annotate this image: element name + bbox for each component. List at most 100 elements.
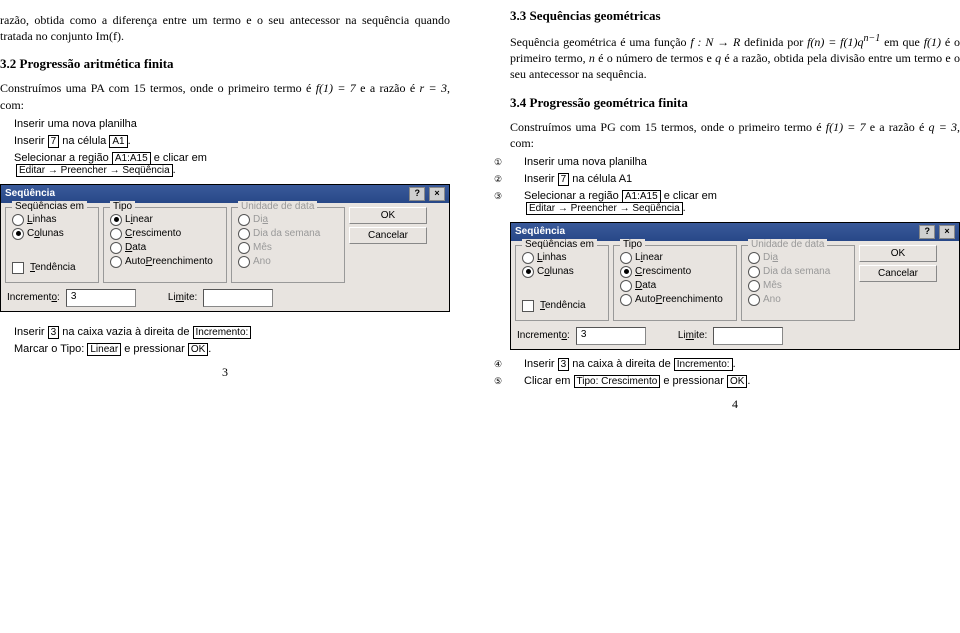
step-4: ④Inserir 3 na caixa à direita de Increme… bbox=[526, 358, 960, 370]
step-text: . bbox=[683, 202, 686, 214]
boxed-range: A1:A15 bbox=[112, 152, 151, 165]
step-5: ⑤Clicar em Tipo: Crescimento e pressiona… bbox=[526, 375, 960, 387]
radio-auto[interactable]: AutoPreenchimento bbox=[110, 256, 220, 268]
radio-dia-semana: Dia da semana bbox=[748, 266, 848, 278]
math: f : N → R bbox=[690, 35, 740, 49]
math: f(n) = f(1)q bbox=[807, 35, 863, 49]
radio-linear[interactable]: Linear bbox=[110, 214, 220, 226]
close-icon[interactable]: × bbox=[939, 225, 955, 239]
boxed-value: 7 bbox=[48, 135, 60, 148]
group-tipo: Tipo Linear Crescimento Data AutoPreench… bbox=[103, 207, 227, 283]
limit-input[interactable] bbox=[203, 289, 273, 307]
boxed-label: Incremento: bbox=[674, 358, 733, 371]
radio-dia: Dia bbox=[238, 214, 338, 226]
group-tipo: Tipo Linear Crescimento Data AutoPreench… bbox=[613, 245, 737, 321]
cancel-button[interactable]: Cancelar bbox=[349, 227, 427, 244]
radio-colunas[interactable]: Colunas bbox=[522, 266, 602, 278]
radio-mes: Mês bbox=[748, 280, 848, 292]
radio-linhas[interactable]: Linhas bbox=[522, 252, 602, 264]
text: em que bbox=[880, 35, 923, 49]
step-text: Inserir bbox=[14, 326, 48, 338]
radio-crescimento[interactable]: Crescimento bbox=[110, 228, 220, 240]
step-marker: ⑤ bbox=[0, 344, 14, 355]
boxed-value: 7 bbox=[558, 173, 570, 186]
ok-button[interactable]: OK bbox=[349, 207, 427, 224]
step-text: . bbox=[733, 358, 736, 370]
label-incremento: Incremento: bbox=[7, 292, 60, 303]
text: Construímos uma PA com 15 termos, onde o… bbox=[0, 81, 316, 95]
math: f(1) = 7 bbox=[316, 81, 356, 95]
text: Sequência geométrica é uma função bbox=[510, 35, 690, 49]
radio-linear[interactable]: Linear bbox=[620, 252, 730, 264]
cancel-button[interactable]: Cancelar bbox=[859, 265, 937, 282]
para-pg-setup: Construímos uma PG com 15 termos, onde o… bbox=[510, 119, 960, 151]
group-label: Seqüências em bbox=[12, 201, 87, 212]
para-ratio-definition: razão, obtida como a diferença entre um … bbox=[0, 12, 450, 44]
boxed-button: OK bbox=[727, 375, 747, 388]
step-text: Inserir bbox=[14, 135, 48, 147]
boxed-button: OK bbox=[188, 343, 208, 356]
sequence-dialog-crescimento: Seqüência ? × Seqüências em Linhas Colun… bbox=[510, 222, 960, 350]
step-text: Marcar o Tipo: bbox=[14, 343, 87, 355]
help-icon[interactable]: ? bbox=[919, 225, 935, 239]
chk-tendencia[interactable]: Tendência bbox=[522, 300, 602, 312]
label-limite: Limite: bbox=[678, 330, 707, 341]
radio-colunas[interactable]: Colunas bbox=[12, 228, 92, 240]
window-buttons: ? × bbox=[408, 187, 445, 201]
page-4: 3.3 Sequências geométricas Sequência geo… bbox=[480, 0, 960, 633]
step-text: na célula A1 bbox=[569, 173, 632, 185]
heading-pg-finita: 3.4 Progressão geométrica finita bbox=[510, 95, 960, 111]
group-unidade: Unidade de data Dia Dia da semana Mês An… bbox=[741, 245, 855, 321]
step-marker: ③ bbox=[0, 153, 14, 164]
step-text: na caixa vazia à direita de bbox=[59, 326, 192, 338]
step-marker: ⑤ bbox=[510, 376, 524, 387]
increment-input[interactable]: 3 bbox=[66, 289, 136, 307]
step-text: na célula bbox=[59, 135, 109, 147]
step-3: ③Selecionar a região A1:A15 e clicar em … bbox=[16, 152, 450, 176]
step-marker: ④ bbox=[0, 327, 14, 338]
label-limite: Limite: bbox=[168, 292, 197, 303]
math-sup: n−1 bbox=[864, 33, 881, 44]
group-direction: Seqüências em Linhas Colunas Tendência bbox=[5, 207, 99, 283]
opt-text: inhas bbox=[33, 214, 57, 225]
step-text: Selecionar a região bbox=[14, 152, 112, 164]
boxed-cell: A1 bbox=[109, 135, 127, 148]
step-text: . bbox=[173, 164, 176, 176]
dialog-bottom-row: Incremento: 3 Limite: bbox=[511, 325, 959, 349]
close-icon[interactable]: × bbox=[429, 187, 445, 201]
group-label: Unidade de data bbox=[238, 201, 317, 212]
page-number: 4 bbox=[510, 397, 960, 412]
step-text: Inserir bbox=[524, 358, 558, 370]
group-label: Tipo bbox=[620, 239, 645, 250]
text: definida por bbox=[740, 35, 807, 49]
step-text: e pressionar bbox=[660, 375, 727, 387]
chk-tendencia[interactable]: Tendência bbox=[12, 262, 92, 274]
increment-input[interactable]: 3 bbox=[576, 327, 646, 345]
radio-dia-semana: Dia da semana bbox=[238, 228, 338, 240]
boxed-menu: Editar → Preencher → Seqüência bbox=[526, 202, 683, 215]
math: q = 3 bbox=[929, 120, 958, 134]
radio-data[interactable]: Data bbox=[620, 280, 730, 292]
step-text: e pressionar bbox=[121, 343, 188, 355]
window-buttons: ? × bbox=[918, 225, 955, 239]
radio-crescimento[interactable]: Crescimento bbox=[620, 266, 730, 278]
step-text: . bbox=[208, 343, 211, 355]
boxed-menu: Editar → Preencher → Seqüência bbox=[16, 164, 173, 177]
radio-ano: Ano bbox=[748, 294, 848, 306]
limit-input[interactable] bbox=[713, 327, 783, 345]
help-icon[interactable]: ? bbox=[409, 187, 425, 201]
dialog-title-text: Seqüência bbox=[5, 188, 55, 199]
radio-linhas[interactable]: Linhas bbox=[12, 214, 92, 226]
ok-button[interactable]: OK bbox=[859, 245, 937, 262]
para-pa-setup: Construímos uma PA com 15 termos, onde o… bbox=[0, 80, 450, 112]
radio-mes: Mês bbox=[238, 242, 338, 254]
page-number: 3 bbox=[0, 365, 450, 380]
step-marker: ① bbox=[510, 157, 524, 168]
radio-data[interactable]: Data bbox=[110, 242, 220, 254]
group-label: Unidade de data bbox=[748, 239, 827, 250]
math: f(1) = 7 bbox=[826, 120, 866, 134]
radio-auto[interactable]: AutoPreenchimento bbox=[620, 294, 730, 306]
math: r = 3 bbox=[420, 81, 447, 95]
step-text: Inserir bbox=[524, 173, 558, 185]
boxed-option: Linear bbox=[87, 343, 121, 356]
